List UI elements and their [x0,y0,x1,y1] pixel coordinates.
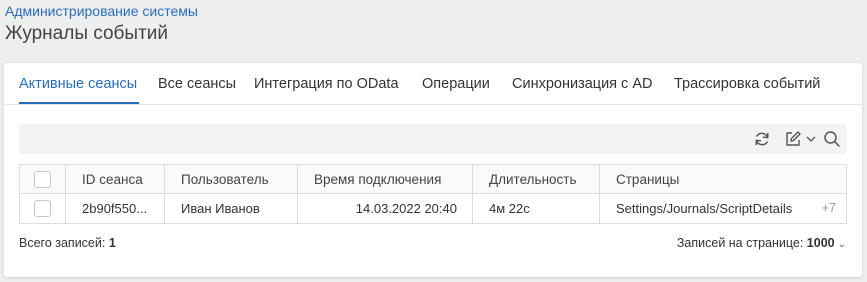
table-row[interactable]: 2b90f550... Иван Иванов 14.03.2022 20:40… [20,194,846,223]
page-title: Журналы событий [5,23,169,44]
tab-active-sessions[interactable]: Активные сеансы [19,75,137,93]
tab-odata-integration[interactable]: Интеграция по OData [254,75,399,93]
column-header-connected-at[interactable]: Время подключения [298,165,473,194]
tab-all-sessions[interactable]: Все сеансы [158,75,236,93]
select-all-cell [20,165,66,194]
grid-toolbar [19,124,847,154]
breadcrumb-link[interactable]: Администрирование системы [5,3,198,19]
cell-user: Иван Иванов [165,194,298,223]
tab-bar: Активные сеансы Все сеансы Интеграция по… [4,63,862,105]
page-size-selector[interactable]: Записей на странице: 1000 ⌄ [677,236,846,250]
chevron-down-icon: ⌄ [837,239,846,250]
column-header-user[interactable]: Пользователь [165,165,298,194]
row-select-cell [20,194,66,223]
select-all-checkbox[interactable] [34,171,51,188]
tab-event-tracing[interactable]: Трассировка событий [674,75,820,93]
cell-session-id: 2b90f550... [66,194,165,223]
column-header-duration[interactable]: Длительность [473,165,600,194]
total-records-value: 1 [108,236,116,250]
grid-header: ID сеанса Пользователь Время подключения… [20,165,846,194]
row-checkbox[interactable] [34,200,51,217]
more-pages-badge[interactable]: +7 [822,194,836,223]
cell-duration: 4м 22с [473,194,600,223]
cell-pages: Settings/Journals/ScriptDetails +7 [600,194,846,223]
search-icon[interactable] [822,129,842,149]
total-records-label: Всего записей: [19,236,106,250]
edit-icon[interactable] [783,129,803,149]
column-header-pages[interactable]: Страницы [600,165,846,194]
chevron-down-icon[interactable] [801,129,816,149]
cell-pages-value: Settings/Journals/ScriptDetails [616,201,793,216]
total-records: Всего записей: 1 [19,236,116,250]
tab-operations[interactable]: Операции [422,75,490,93]
cell-connected-at: 14.03.2022 20:40 [298,194,473,223]
journal-card: Активные сеансы Все сеансы Интеграция по… [4,63,862,277]
active-tab-indicator [19,102,139,104]
page-size-label: Записей на странице: [676,236,804,250]
column-header-session-id[interactable]: ID сеанса [66,165,165,194]
refresh-icon[interactable] [752,129,772,149]
tab-ad-sync[interactable]: Синхронизация с AD [512,75,652,93]
page-size-value: 1000 [806,236,835,250]
sessions-grid: ID сеанса Пользователь Время подключения… [19,164,847,224]
